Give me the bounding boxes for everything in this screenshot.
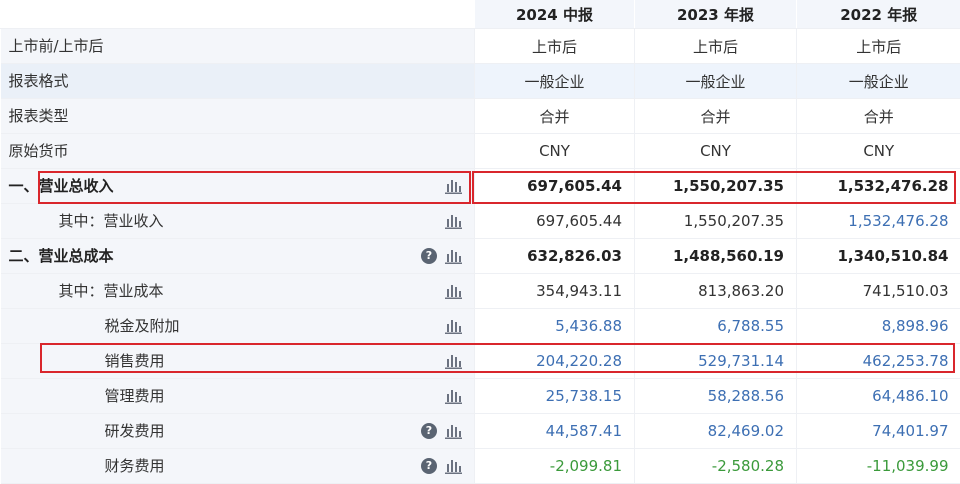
cell-value-link[interactable]: 6,788.55	[635, 309, 797, 344]
header-row: 2024 中报 2023 年报 2022 年报	[1, 0, 960, 29]
column-header-2023[interactable]: 2023 年报	[635, 0, 797, 29]
cell-value: 813,863.20	[635, 274, 797, 309]
cell-value: CNY	[797, 134, 960, 169]
help-icon[interactable]: ?	[421, 423, 437, 439]
row-report-type: 报表类型 合并 合并 合并	[1, 99, 960, 134]
cell-value: 合并	[797, 99, 960, 134]
cell-value: 1,532,476.28	[797, 169, 960, 204]
cell-value-link[interactable]: 82,469.02	[635, 414, 797, 449]
cell-value: 上市后	[797, 29, 960, 64]
cell-value: 上市后	[635, 29, 797, 64]
bar-chart-icon[interactable]	[445, 458, 462, 474]
row-label: 其中：营业成本	[59, 274, 164, 308]
row-rd-expenses: 研发费用 ? 44,587.41 82,469.02 74,401.97	[1, 414, 960, 449]
cell-value-link[interactable]: -2,099.81	[475, 449, 635, 484]
cell-value-link[interactable]: -2,580.28	[635, 449, 797, 484]
cell-value: 上市后	[475, 29, 635, 64]
row-label: 财务费用	[105, 449, 165, 483]
row-label: 报表类型	[9, 99, 69, 133]
row-currency: 原始货币 CNY CNY CNY	[1, 134, 960, 169]
row-label: 其中：营业收入	[59, 204, 164, 238]
bar-chart-icon[interactable]	[445, 213, 462, 229]
row-label: 税金及附加	[105, 309, 180, 343]
header-label-cell	[1, 0, 475, 29]
cell-value-link[interactable]: 462,253.78	[797, 344, 960, 379]
cell-value-link[interactable]: 74,401.97	[797, 414, 960, 449]
cell-value: 741,510.03	[797, 274, 960, 309]
row-finance-expenses: 财务费用 ? -2,099.81 -2,580.28 -11,039.99	[1, 449, 960, 484]
cell-value-link[interactable]: 5,436.88	[475, 309, 635, 344]
cell-value: CNY	[475, 134, 635, 169]
cell-value: 1,550,207.35	[635, 169, 797, 204]
cell-value-link[interactable]: 1,532,476.28	[797, 204, 960, 239]
row-label: 上市前/上市后	[9, 29, 104, 63]
help-icon[interactable]: ?	[421, 248, 437, 264]
bar-chart-icon[interactable]	[445, 178, 462, 194]
column-header-2022[interactable]: 2022 年报	[797, 0, 960, 29]
cell-value: 354,943.11	[475, 274, 635, 309]
row-total-revenue: 一、营业总收入 697,605.44 1,550,207.35 1,532,47…	[1, 169, 960, 204]
cell-value-link[interactable]: 64,486.10	[797, 379, 960, 414]
row-listing-status: 上市前/上市后 上市后 上市后 上市后	[1, 29, 960, 64]
row-label: 报表格式	[9, 64, 69, 98]
income-statement-table: 2024 中报 2023 年报 2022 年报 上市前/上市后 上市后 上市后 …	[0, 0, 960, 484]
cell-value: 一般企业	[475, 64, 635, 99]
row-label: 销售费用	[105, 344, 165, 378]
cell-value: 合并	[475, 99, 635, 134]
help-icon[interactable]: ?	[421, 458, 437, 474]
cell-value-link[interactable]: 25,738.15	[475, 379, 635, 414]
cell-value: 一般企业	[635, 64, 797, 99]
cell-value-link[interactable]: 58,288.56	[635, 379, 797, 414]
row-label: 管理费用	[105, 379, 165, 413]
row-admin-expenses: 管理费用 25,738.15 58,288.56 64,486.10	[1, 379, 960, 414]
cell-value: 697,605.44	[475, 169, 635, 204]
cell-value: 1,340,510.84	[797, 239, 960, 274]
row-selling-expenses: 销售费用 204,220.28 529,731.14 462,253.78	[1, 344, 960, 379]
column-header-2024h1[interactable]: 2024 中报	[475, 0, 635, 29]
row-label: 一、营业总收入	[9, 169, 114, 203]
cell-value-link[interactable]: -11,039.99	[797, 449, 960, 484]
cell-value: 一般企业	[797, 64, 960, 99]
bar-chart-icon[interactable]	[445, 353, 462, 369]
cell-value: CNY	[635, 134, 797, 169]
bar-chart-icon[interactable]	[445, 423, 462, 439]
cell-value: 1,488,560.19	[635, 239, 797, 274]
row-operating-cost: 其中：营业成本 354,943.11 813,863.20 741,510.03	[1, 274, 960, 309]
cell-value: 合并	[635, 99, 797, 134]
row-operating-revenue: 其中：营业收入 697,605.44 1,550,207.35 1,532,47…	[1, 204, 960, 239]
cell-value-link[interactable]: 529,731.14	[635, 344, 797, 379]
cell-value: 632,826.03	[475, 239, 635, 274]
row-label: 原始货币	[9, 134, 69, 168]
bar-chart-icon[interactable]	[445, 283, 462, 299]
bar-chart-icon[interactable]	[445, 318, 462, 334]
cell-value-link[interactable]: 204,220.28	[475, 344, 635, 379]
bar-chart-icon[interactable]	[445, 248, 462, 264]
row-label: 研发费用	[105, 414, 165, 448]
cell-value: 697,605.44	[475, 204, 635, 239]
row-total-cost: 二、营业总成本 ? 632,826.03 1,488,560.19 1,340,…	[1, 239, 960, 274]
cell-value-link[interactable]: 44,587.41	[475, 414, 635, 449]
row-taxes-surcharges: 税金及附加 5,436.88 6,788.55 8,898.96	[1, 309, 960, 344]
row-report-format: 报表格式 一般企业 一般企业 一般企业	[1, 64, 960, 99]
cell-value: 1,550,207.35	[635, 204, 797, 239]
cell-value-link[interactable]: 8,898.96	[797, 309, 960, 344]
row-label: 二、营业总成本	[9, 239, 114, 273]
bar-chart-icon[interactable]	[445, 388, 462, 404]
